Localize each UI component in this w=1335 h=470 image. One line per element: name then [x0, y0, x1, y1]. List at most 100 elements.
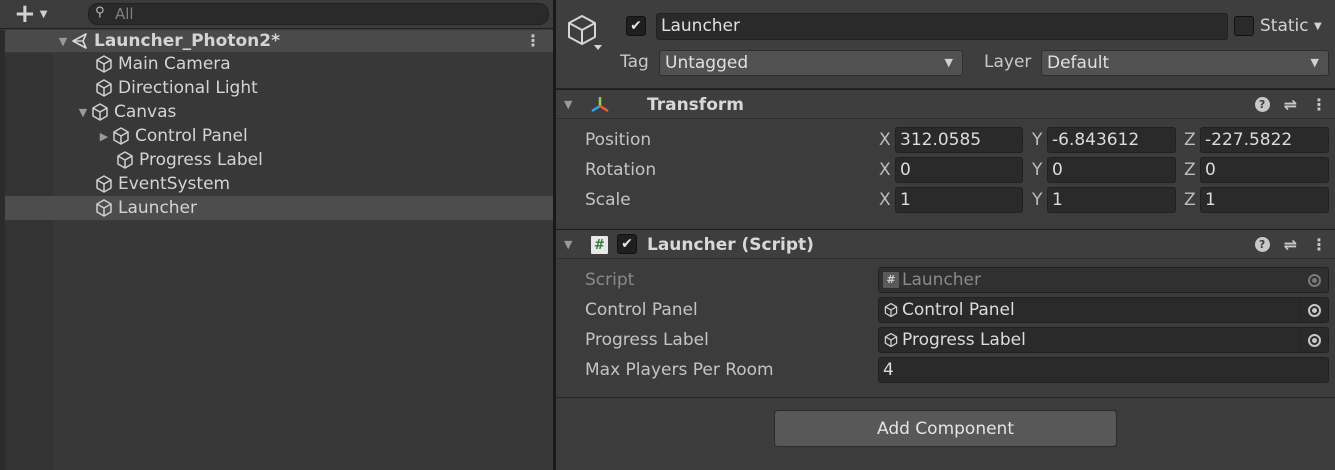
object-picker-button [1300, 267, 1328, 293]
layer-dropdown[interactable]: Default ▼ [1041, 50, 1329, 76]
axis-z-label[interactable]: Z [1184, 160, 1196, 180]
chevron-down-icon: ▼ [944, 56, 953, 69]
gameobject-header: ✔ Launcher Static ▼ Tag Untagged ▼ Layer… [556, 0, 1335, 89]
rotation-label: Rotation [585, 160, 657, 180]
axis-z-label[interactable]: Z [1184, 190, 1196, 210]
hierarchy-item-progress-label[interactable]: Progress Label [5, 148, 553, 172]
object-picker-button[interactable] [1300, 297, 1328, 323]
expand-arrow-icon[interactable]: ▼ [564, 98, 572, 111]
hierarchy-item-main-camera[interactable]: Main Camera [5, 52, 553, 76]
scale-x-field[interactable]: 1 [895, 187, 1023, 213]
position-x-field[interactable]: 312.0585 [895, 127, 1023, 153]
position-y-field[interactable]: -6.843612 [1047, 127, 1176, 153]
help-icon[interactable]: ? [1254, 237, 1270, 252]
hierarchy-item-directional-light[interactable]: Directional Light [5, 76, 553, 100]
hierarchy-item-launcher[interactable]: Launcher [5, 196, 553, 220]
expand-arrow-icon[interactable]: ▼ [56, 35, 70, 48]
axis-x-label[interactable]: X [879, 130, 891, 150]
object-picker-button[interactable] [1300, 327, 1328, 353]
hierarchy-item-label: Directional Light [118, 78, 258, 98]
hierarchy-item-eventsystem[interactable]: EventSystem [5, 172, 553, 196]
position-z-field[interactable]: -227.5822 [1200, 127, 1329, 153]
inspector-panel: ✔ Launcher Static ▼ Tag Untagged ▼ Layer… [556, 0, 1335, 470]
tag-value: Untagged [665, 53, 749, 73]
axis-y-label[interactable]: Y [1032, 130, 1042, 150]
expand-arrow-icon[interactable]: ▼ [76, 106, 90, 119]
scene-menu-icon[interactable]: ⋮ [525, 31, 541, 50]
script-component-header[interactable]: ▼ # ✔ Launcher (Script) ? ⇌ ⋮ [556, 229, 1335, 259]
gameobject-cube-icon [884, 332, 898, 348]
collapse-arrow-icon[interactable]: ▶ [97, 130, 111, 143]
transform-header[interactable]: ▼ Transform ? ⇌ ⋮ [556, 89, 1335, 119]
hierarchy-item-control-panel[interactable]: ▶ Control Panel [5, 124, 553, 148]
search-icon: ⚲ [95, 5, 105, 20]
hierarchy-search-input[interactable] [115, 5, 535, 23]
help-icon[interactable]: ? [1254, 97, 1270, 112]
component-divider [556, 397, 1335, 398]
hierarchy-item-label: Canvas [114, 102, 177, 122]
more-options-icon[interactable]: ⋮ [1311, 235, 1327, 254]
gameobject-cube-icon [117, 151, 133, 169]
rotation-z-field[interactable]: 0 [1200, 157, 1329, 183]
max-players-field[interactable]: 4 [878, 357, 1329, 383]
hierarchy-tree: ▼ Launcher_Photon2* ⋮ Main Camera Direct… [5, 30, 553, 220]
hierarchy-item-label: Launcher [118, 198, 198, 218]
component-tools: ? ⇌ ⋮ [1254, 95, 1327, 114]
axis-x-label[interactable]: X [879, 160, 891, 180]
hierarchy-item-label: Main Camera [118, 54, 231, 74]
scale-z-field[interactable]: 1 [1200, 187, 1329, 213]
preset-icon[interactable]: ⇌ [1284, 95, 1297, 114]
add-component-button[interactable]: Add Component [774, 410, 1117, 447]
control-panel-value: Control Panel [902, 300, 1015, 320]
script-file-icon: # [883, 272, 899, 288]
progress-label-field[interactable]: Progress Label [878, 327, 1329, 353]
chevron-down-icon: ▼ [1310, 56, 1319, 69]
tag-label: Tag [620, 52, 649, 72]
gameobject-cube-icon [96, 199, 112, 217]
more-options-icon[interactable]: ⋮ [1311, 95, 1327, 114]
target-icon [1307, 273, 1321, 287]
hierarchy-item-label: EventSystem [118, 174, 231, 194]
control-panel-field[interactable]: Control Panel [878, 297, 1329, 323]
expand-arrow-icon[interactable]: ▼ [564, 238, 572, 251]
scale-y-field[interactable]: 1 [1047, 187, 1176, 213]
static-label[interactable]: Static [1260, 16, 1309, 36]
tag-dropdown[interactable]: Untagged ▼ [659, 50, 963, 76]
axis-y-label[interactable]: Y [1032, 190, 1042, 210]
static-dropdown-icon[interactable]: ▼ [1314, 21, 1322, 32]
csharp-script-icon: # [591, 236, 608, 254]
active-checkbox[interactable]: ✔ [626, 16, 646, 36]
control-panel-label: Control Panel [585, 300, 698, 320]
component-tools: ? ⇌ ⋮ [1254, 235, 1327, 254]
scene-label: Launcher_Photon2* [94, 31, 280, 51]
transform-title: Transform [647, 95, 744, 115]
script-field-label: Script [585, 270, 635, 290]
unity-scene-icon [72, 33, 87, 49]
create-object-button[interactable]: + ▼ [8, 0, 58, 29]
target-icon [1308, 333, 1321, 347]
checkmark-icon: ✔ [621, 236, 633, 252]
scene-row[interactable]: ▼ Launcher_Photon2* ⋮ [5, 30, 553, 52]
gameobject-icon[interactable] [566, 14, 602, 54]
script-reference-value: Launcher [902, 270, 982, 290]
hierarchy-search[interactable]: ⚲ [88, 3, 549, 25]
axis-y-label[interactable]: Y [1032, 160, 1042, 180]
gameobject-cube-icon [884, 302, 898, 318]
static-checkbox[interactable] [1234, 16, 1254, 36]
rotation-y-field[interactable]: 0 [1047, 157, 1176, 183]
layer-value: Default [1047, 53, 1110, 73]
hierarchy-item-canvas[interactable]: ▼ Canvas [5, 100, 553, 124]
preset-icon[interactable]: ⇌ [1284, 235, 1297, 254]
script-enabled-checkbox[interactable]: ✔ [617, 234, 637, 254]
script-component-title: Launcher (Script) [647, 235, 814, 255]
hierarchy-panel: + ▼ ⚲ ▼ Launcher_Photon2* ⋮ Main Camera [0, 0, 553, 470]
axis-x-label[interactable]: X [879, 190, 891, 210]
progress-label-value: Progress Label [902, 330, 1026, 350]
progress-label-label: Progress Label [585, 330, 709, 350]
dropdown-arrow-icon: ▼ [39, 8, 48, 20]
rotation-x-field[interactable]: 0 [895, 157, 1023, 183]
gameobject-cube-icon [113, 127, 129, 145]
plus-icon: + [14, 0, 36, 29]
axis-z-label[interactable]: Z [1184, 130, 1196, 150]
object-name-input[interactable]: Launcher [656, 13, 1228, 40]
